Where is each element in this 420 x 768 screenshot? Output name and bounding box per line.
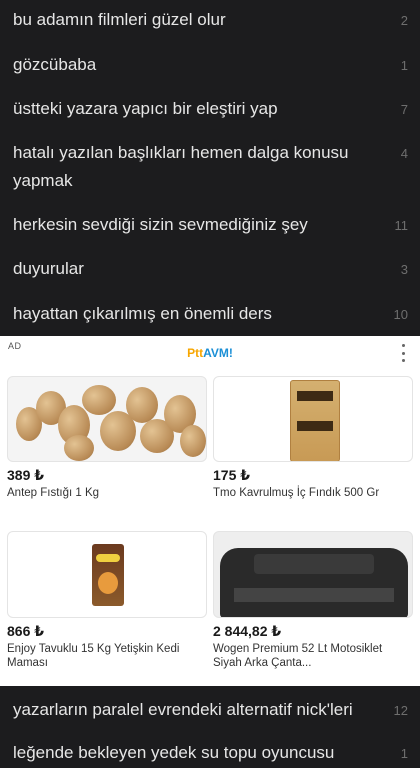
product-name[interactable]: Wogen Premium 52 Lt Motosiklet Siyah Ark… [213, 642, 413, 670]
motorcycle-box-image[interactable] [213, 531, 413, 618]
topic-item[interactable]: leğende bekleyen yedek su topu oyuncusu … [0, 739, 420, 768]
product-card[interactable]: 175 ₺ Tmo Kavrulmuş İç Fındık 500 Gr [213, 376, 413, 500]
entry-count: 7 [400, 102, 408, 117]
topic-title[interactable]: üstteki yazara yapıcı bir eleştiri yap [13, 95, 278, 123]
product-name[interactable]: Tmo Kavrulmuş İç Fındık 500 Gr [213, 486, 413, 500]
entry-count: 1 [400, 746, 408, 761]
product-price: 866 ₺ [7, 623, 44, 639]
product-name[interactable]: Enjoy Tavuklu 15 Kg Yetişkin Kedi Maması [7, 642, 207, 670]
entry-count: 4 [400, 146, 408, 161]
topic-item[interactable]: yazarların paralel evrendeki alternatif … [0, 696, 420, 725]
pttavm-logo[interactable]: PttAVM! [0, 346, 420, 360]
product-price: 389 ₺ [7, 467, 44, 483]
product-card[interactable]: 389 ₺ Antep Fıstığı 1 Kg [7, 376, 207, 500]
more-options-icon[interactable] [400, 344, 406, 362]
entry-count: 3 [400, 262, 408, 277]
logo-avm: AVM! [203, 346, 233, 360]
hazelnut-pack-image[interactable] [213, 376, 413, 462]
entry-count: 12 [393, 703, 408, 718]
topic-item[interactable]: hayattan çıkarılmış en önemli ders 10 [0, 300, 420, 329]
topic-item[interactable]: duyurular 3 [0, 255, 420, 284]
logo-ptt: Ptt [187, 346, 204, 360]
topic-title[interactable]: hatalı yazılan başlıkları hemen dalga ko… [13, 139, 363, 195]
topic-item[interactable]: gözcübaba 1 [0, 51, 420, 80]
product-card[interactable]: 866 ₺ Enjoy Tavuklu 15 Kg Yetişkin Kedi … [7, 531, 207, 670]
topic-item[interactable]: bu adamın filmleri güzel olur 2 [0, 6, 420, 35]
topic-item[interactable]: üstteki yazara yapıcı bir eleştiri yap 7 [0, 95, 420, 124]
topic-title[interactable]: herkesin sevdiği sizin sevmediğiniz şey [13, 211, 308, 239]
topic-title[interactable]: yazarların paralel evrendeki alternatif … [13, 696, 353, 724]
entry-count: 11 [394, 218, 409, 233]
topic-title[interactable]: duyurular [13, 255, 84, 283]
product-name[interactable]: Antep Fıstığı 1 Kg [7, 486, 207, 500]
topic-title[interactable]: hayattan çıkarılmış en önemli ders [13, 300, 272, 328]
entry-count: 1 [400, 58, 408, 73]
topic-title[interactable]: bu adamın filmleri güzel olur [13, 6, 226, 34]
entry-count: 10 [393, 307, 408, 322]
cat-food-image[interactable] [7, 531, 207, 618]
pistachio-image[interactable] [7, 376, 207, 462]
topic-item[interactable]: hatalı yazılan başlıkları hemen dalga ko… [0, 139, 420, 195]
product-card[interactable]: 2 844,82 ₺ Wogen Premium 52 Lt Motosikle… [213, 531, 413, 670]
product-price: 2 844,82 ₺ [213, 623, 282, 639]
product-price: 175 ₺ [213, 467, 250, 483]
entry-count: 2 [400, 13, 408, 28]
topic-item[interactable]: herkesin sevdiği sizin sevmediğiniz şey … [0, 211, 420, 240]
topic-title[interactable]: leğende bekleyen yedek su topu oyuncusu [13, 739, 334, 767]
topic-title[interactable]: gözcübaba [13, 51, 96, 79]
